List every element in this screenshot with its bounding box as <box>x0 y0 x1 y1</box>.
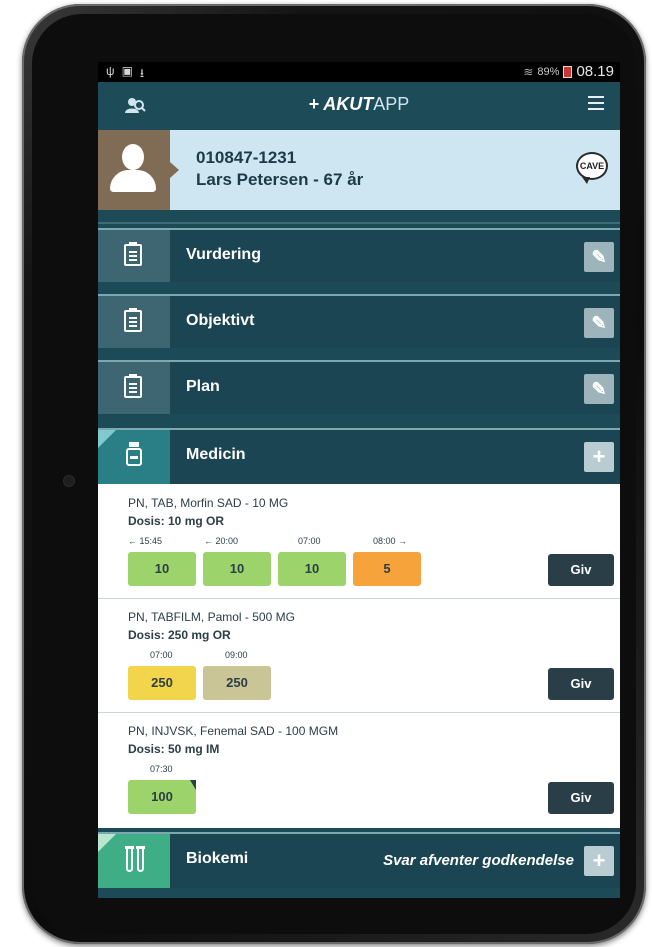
app-screen: ψ ▣ ⭳ ≋ 89% 08.19 + AKUTAPP 010847-1231 … <box>98 62 620 898</box>
corner-tab <box>98 834 116 852</box>
medication-item-pamol: PN, TABFILM, Pamol - 500 MG Dosis: 250 m… <box>98 598 620 713</box>
logo-plus: + <box>308 94 320 114</box>
dose-box[interactable]: 250 <box>203 666 271 700</box>
section-label: Medicin <box>186 446 246 463</box>
section-icon-box <box>98 230 170 282</box>
section-label: Vurdering <box>186 246 261 263</box>
medication-dose: Dosis: 50 mg IM <box>128 742 220 756</box>
edit-icon: ✎ <box>591 379 607 399</box>
section-label: Plan <box>186 378 220 395</box>
dose-box[interactable]: 250 <box>128 666 196 700</box>
medicine-bottle-icon <box>126 442 142 466</box>
cave-label: CAVE <box>579 161 605 171</box>
dose-box[interactable]: 10 <box>203 552 271 586</box>
section-icon-box <box>98 296 170 348</box>
add-biokemi-button[interactable]: + <box>584 846 614 876</box>
hamburger-menu-icon[interactable] <box>588 96 604 114</box>
dose-time: ← 20:00 <box>204 536 239 546</box>
logo-app: APP <box>373 94 410 114</box>
system-indicators: ≋ 89% 08.19 <box>523 63 614 80</box>
logo-akut: AKUT <box>323 94 374 114</box>
section-plan[interactable]: Plan ✎ <box>98 360 620 414</box>
section-label: Objektivt <box>186 312 255 329</box>
cave-button[interactable]: CAVE <box>576 152 608 184</box>
test-tubes-icon <box>124 846 146 872</box>
medication-dose: Dosis: 10 mg OR <box>128 514 225 528</box>
patient-card[interactable]: 010847-1231 Lars Petersen - 67 år CAVE <box>98 130 620 210</box>
wifi-icon: ≋ <box>523 64 534 79</box>
section-icon-box <box>98 362 170 414</box>
section-vurdering[interactable]: Vurdering ✎ <box>98 228 620 282</box>
medication-title: PN, INJVSK, Fenemal SAD - 100 MGM <box>128 724 339 738</box>
dose-time: 09:00 <box>225 650 248 660</box>
dose-box[interactable]: 10 <box>278 552 346 586</box>
dose-box-pending[interactable]: 5 <box>353 552 421 586</box>
giv-button[interactable]: Giv <box>548 782 614 814</box>
clipboard-icon <box>124 242 142 266</box>
clipboard-icon <box>124 374 142 398</box>
dose-box[interactable]: 100 <box>128 780 196 814</box>
dose-box-value: 100 <box>151 789 173 804</box>
dose-time: 07:00 <box>298 536 321 546</box>
avatar-pointer <box>170 162 179 178</box>
section-icon-box <box>98 430 170 485</box>
clock: 08.19 <box>576 63 614 80</box>
medication-item-morfin: PN, TAB, Morfin SAD - 10 MG Dosis: 10 mg… <box>98 484 620 599</box>
medication-dose: Dosis: 250 mg OR <box>128 628 231 642</box>
dose-time: ← 15:45 <box>128 536 163 546</box>
section-icon-box <box>98 834 170 888</box>
edit-button[interactable]: ✎ <box>584 242 614 272</box>
medication-list: PN, TAB, Morfin SAD - 10 MG Dosis: 10 mg… <box>98 484 620 828</box>
app-header: + AKUTAPP <box>98 82 620 130</box>
dose-box[interactable]: 10 <box>128 552 196 586</box>
edit-button[interactable]: ✎ <box>584 374 614 404</box>
section-objektivt[interactable]: Objektivt ✎ <box>98 294 620 348</box>
add-medicin-button[interactable]: + <box>584 442 614 472</box>
bottom-strip <box>98 890 620 898</box>
section-medicin[interactable]: Medicin + <box>98 428 620 485</box>
patient-name-age: Lars Petersen - 67 år <box>196 170 364 189</box>
status-bar: ψ ▣ ⭳ ≋ 89% 08.19 <box>98 62 620 82</box>
patient-cpr: 010847-1231 <box>196 148 297 167</box>
giv-button[interactable]: Giv <box>548 554 614 586</box>
edit-icon: ✎ <box>591 313 607 333</box>
avatar <box>98 130 170 210</box>
dose-time: 07:30 <box>150 764 173 774</box>
corner-tab <box>98 430 116 448</box>
giv-button[interactable]: Giv <box>548 668 614 700</box>
dose-time: 08:00 → <box>373 536 408 546</box>
battery-icon <box>563 65 573 78</box>
battery-percent: 89% <box>537 65 560 78</box>
section-label: Biokemi <box>186 850 249 867</box>
dose-time: 07:00 <box>150 650 173 660</box>
edit-button[interactable]: ✎ <box>584 308 614 338</box>
medication-title: PN, TABFILM, Pamol - 500 MG <box>128 610 295 624</box>
biokemi-status: Svar afventer godkendelse <box>383 852 574 869</box>
edit-icon: ✎ <box>591 247 607 267</box>
app-logo: + AKUTAPP <box>98 94 620 115</box>
clipboard-icon <box>124 308 142 332</box>
divider <box>98 222 620 224</box>
front-camera <box>64 476 74 486</box>
tablet-frame: ψ ▣ ⭳ ≋ 89% 08.19 + AKUTAPP 010847-1231 … <box>22 4 646 944</box>
medication-title: PN, TAB, Morfin SAD - 10 MG <box>128 496 289 510</box>
medication-item-fenemal: PN, INJVSK, Fenemal SAD - 100 MGM Dosis:… <box>98 712 620 826</box>
section-biokemi[interactable]: Biokemi Svar afventer godkendelse + <box>98 832 620 888</box>
dose-flag-icon <box>190 780 196 790</box>
